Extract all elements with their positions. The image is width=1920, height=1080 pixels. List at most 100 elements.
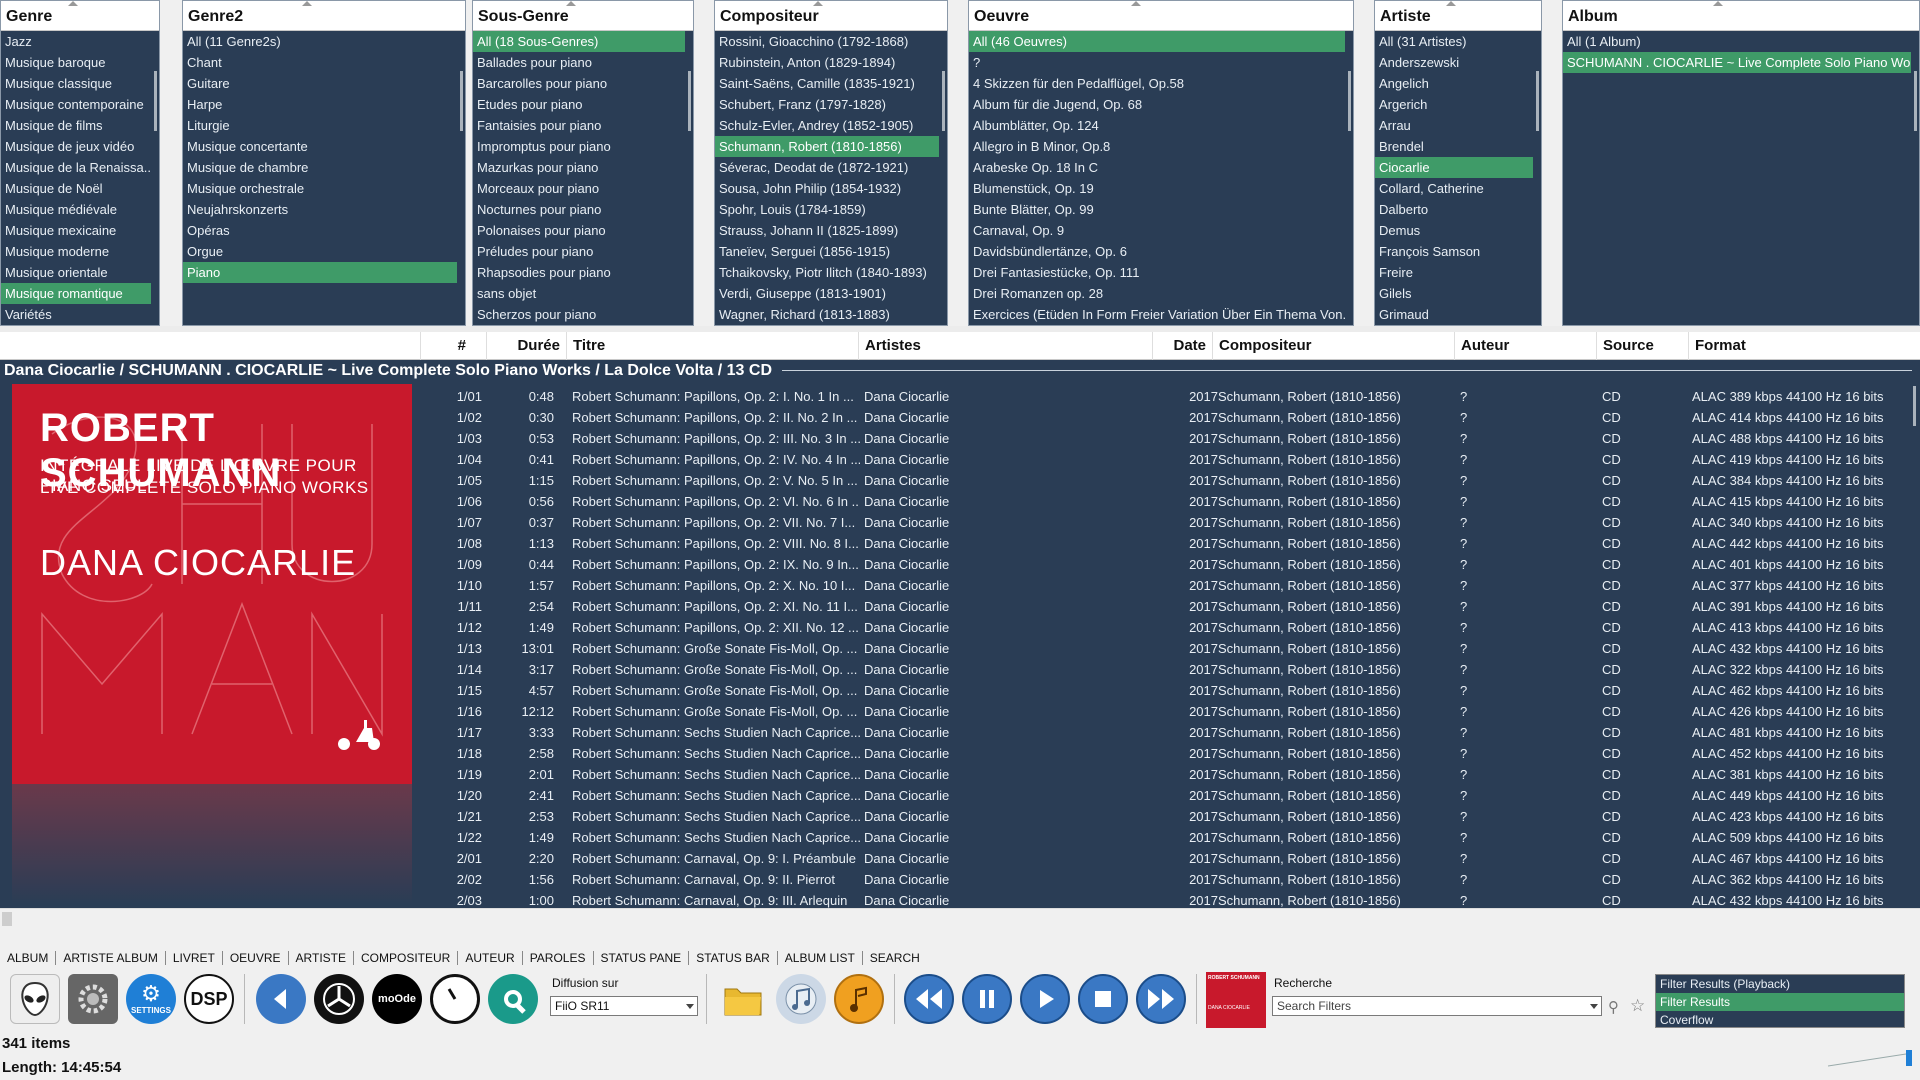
filter-item[interactable]: Demus <box>1375 220 1541 241</box>
next-button[interactable] <box>1136 974 1186 1024</box>
filter-item[interactable]: Dalberto <box>1375 199 1541 220</box>
search-filters-input[interactable]: Search Filters <box>1272 996 1602 1016</box>
alien-app-button[interactable] <box>10 974 60 1024</box>
filter-item[interactable]: Argerich <box>1375 94 1541 115</box>
filter-item[interactable]: All (11 Genre2s) <box>183 31 465 52</box>
scrollbar-thumb[interactable] <box>1914 71 1917 131</box>
filter-item[interactable]: Musique contemporaine <box>1 94 159 115</box>
filter-item[interactable]: François Samson <box>1375 241 1541 262</box>
table-row[interactable]: 1/04 0:41 Robert Schumann: Papillons, Op. … <box>420 449 1908 470</box>
dsp-button[interactable]: DSP <box>184 974 234 1024</box>
table-row[interactable]: 1/13 13:01 Robert Schumann: Große Sonate F… <box>420 638 1908 659</box>
tab-compositeur[interactable]: COMPOSITEUR <box>354 951 459 965</box>
filter-item[interactable]: Jazz <box>1 31 159 52</box>
moode-button[interactable]: moOde <box>372 974 422 1024</box>
filter-item[interactable]: Brendel <box>1375 136 1541 157</box>
column-header[interactable]: Compositeur <box>1212 332 1450 360</box>
tab-search[interactable]: SEARCH <box>863 951 927 965</box>
filter-item[interactable]: Gilels <box>1375 283 1541 304</box>
table-row[interactable]: 1/08 1:13 Robert Schumann: Papillons, Op. … <box>420 533 1908 554</box>
filter-panel-header[interactable]: Sous-Genre <box>473 1 693 31</box>
filter-scrollbar[interactable] <box>1345 31 1353 325</box>
filter-item[interactable]: Musique de chambre <box>183 157 465 178</box>
settings-button[interactable]: ⚙ SETTINGS <box>126 974 176 1024</box>
table-row[interactable]: 1/09 0:44 Robert Schumann: Papillons, Op. … <box>420 554 1908 575</box>
filter-item[interactable]: Schumann, Robert (1810-1856) <box>715 136 947 157</box>
filter-scrollbar[interactable] <box>685 31 693 325</box>
table-row[interactable]: 1/19 2:01 Robert Schumann: Sechs Studien N… <box>420 764 1908 785</box>
filter-item[interactable]: Drei Romanzen op. 28 <box>969 283 1353 304</box>
filter-scrollbar[interactable] <box>1911 31 1919 325</box>
filter-item[interactable]: Musique concertante <box>183 136 465 157</box>
filter-item[interactable]: Musique classique <box>1 73 159 94</box>
filter-item[interactable]: Allegro in B Minor, Op.8 <box>969 136 1353 157</box>
filter-item[interactable]: Harpe <box>183 94 465 115</box>
tab-status-pane[interactable]: STATUS PANE <box>594 951 690 965</box>
table-row[interactable]: 1/07 0:37 Robert Schumann: Papillons, Op. … <box>420 512 1908 533</box>
previous-button[interactable] <box>904 974 954 1024</box>
filter-scrollbar[interactable] <box>151 31 159 325</box>
scrollbar-thumb[interactable] <box>154 71 157 131</box>
filter-item[interactable]: Musique de films <box>1 115 159 136</box>
filter-item[interactable]: Nocturnes pour piano <box>473 199 693 220</box>
music-library-button[interactable] <box>834 974 884 1024</box>
filter-item[interactable]: Impromptus pour piano <box>473 136 693 157</box>
filter-item[interactable]: Musique médiévale <box>1 199 159 220</box>
scrollbar-thumb[interactable] <box>942 71 945 131</box>
filter-item[interactable]: Rossini, Gioacchino (1792-1868) <box>715 31 947 52</box>
filter-scrollbar[interactable] <box>939 31 947 325</box>
filter-item[interactable]: Albumblätter, Op. 124 <box>969 115 1353 136</box>
tidal-button[interactable] <box>488 974 538 1024</box>
filter-item[interactable]: Schulz-Evler, Andrey (1852-1905) <box>715 115 947 136</box>
filter-item[interactable]: SCHUMANN . CIOCARLIE ~ Live Complete Sol… <box>1563 52 1919 73</box>
volume-thumb[interactable] <box>1906 1050 1912 1066</box>
table-row[interactable]: 1/03 0:53 Robert Schumann: Papillons, Op. … <box>420 428 1908 449</box>
filter-item[interactable]: Exercices (Etüden In Form Freier Variati… <box>969 304 1353 325</box>
table-row[interactable]: 1/12 1:49 Robert Schumann: Papillons, Op. … <box>420 617 1908 638</box>
filter-panel-header[interactable]: Genre2 <box>183 1 465 31</box>
filter-item[interactable]: Musique de la Renaissa... <box>1 157 159 178</box>
filter-item[interactable]: Séverac, Deodat de (1872-1921) <box>715 157 947 178</box>
table-row[interactable]: 1/02 0:30 Robert Schumann: Papillons, Op. … <box>420 407 1908 428</box>
column-header[interactable]: Format <box>1688 332 1920 360</box>
tab-auteur[interactable]: AUTEUR <box>458 951 523 965</box>
filter-item[interactable]: Ciocarlie <box>1375 157 1541 178</box>
filter-item[interactable]: Chant <box>183 52 465 73</box>
filter-scrollbar[interactable] <box>1533 31 1541 325</box>
back-button[interactable] <box>256 974 306 1024</box>
filter-item[interactable]: Piano <box>183 262 465 283</box>
view-mode-item[interactable]: Filter Results <box>1656 993 1904 1011</box>
filter-item[interactable]: Saint-Saëns, Camille (1835-1921) <box>715 73 947 94</box>
play-button[interactable] <box>1020 974 1070 1024</box>
stop-button[interactable] <box>1078 974 1128 1024</box>
filter-item[interactable]: ? <box>969 52 1353 73</box>
filter-item[interactable]: All (31 Artistes) <box>1375 31 1541 52</box>
table-row[interactable]: 2/01 2:20 Robert Schumann: Carnaval, Op. 9… <box>420 848 1908 869</box>
star-icon[interactable]: ☆ <box>1630 996 1645 1016</box>
column-header[interactable]: Durée <box>486 332 566 360</box>
filter-item[interactable]: Mazurkas pour piano <box>473 157 693 178</box>
filter-panel-header[interactable]: Oeuvre <box>969 1 1353 31</box>
filter-item[interactable]: Arabeske Op. 18 In C <box>969 157 1353 178</box>
filter-item[interactable]: 4 Skizzen für den Pedalflügel, Op.58 <box>969 73 1353 94</box>
filter-panel-sousgenre[interactable]: Sous-Genre All (18 Sous-Genres) Ballades p… <box>472 0 694 326</box>
view-mode-list[interactable]: Filter Results (Playback) Filter Results C… <box>1655 974 1905 1028</box>
filter-item[interactable]: Ballades pour piano <box>473 52 693 73</box>
filter-item[interactable]: Arrau <box>1375 115 1541 136</box>
pause-button[interactable] <box>962 974 1012 1024</box>
table-row[interactable]: 2/03 1:00 Robert Schumann: Carnaval, Op. 9… <box>420 890 1908 908</box>
table-row[interactable]: 1/21 2:53 Robert Schumann: Sechs Studien N… <box>420 806 1908 827</box>
filter-item[interactable]: Angelich <box>1375 73 1541 94</box>
tab-album[interactable]: ALBUM <box>0 951 57 965</box>
filter-panel-header[interactable]: Genre <box>1 1 159 31</box>
volume-slider[interactable] <box>1826 1048 1914 1068</box>
filter-item[interactable]: Musique de jeux vidéo <box>1 136 159 157</box>
filter-item[interactable]: Freire <box>1375 262 1541 283</box>
scrollbar-thumb[interactable] <box>1348 71 1351 131</box>
filter-panel-header[interactable]: Album <box>1563 1 1919 31</box>
itunes-button[interactable] <box>776 974 826 1024</box>
filter-scrollbar[interactable] <box>457 31 465 325</box>
filter-item[interactable]: Taneïev, Serguei (1856-1915) <box>715 241 947 262</box>
filter-item[interactable]: Album für die Jugend, Op. 68 <box>969 94 1353 115</box>
filter-item[interactable]: Morceaux pour piano <box>473 178 693 199</box>
